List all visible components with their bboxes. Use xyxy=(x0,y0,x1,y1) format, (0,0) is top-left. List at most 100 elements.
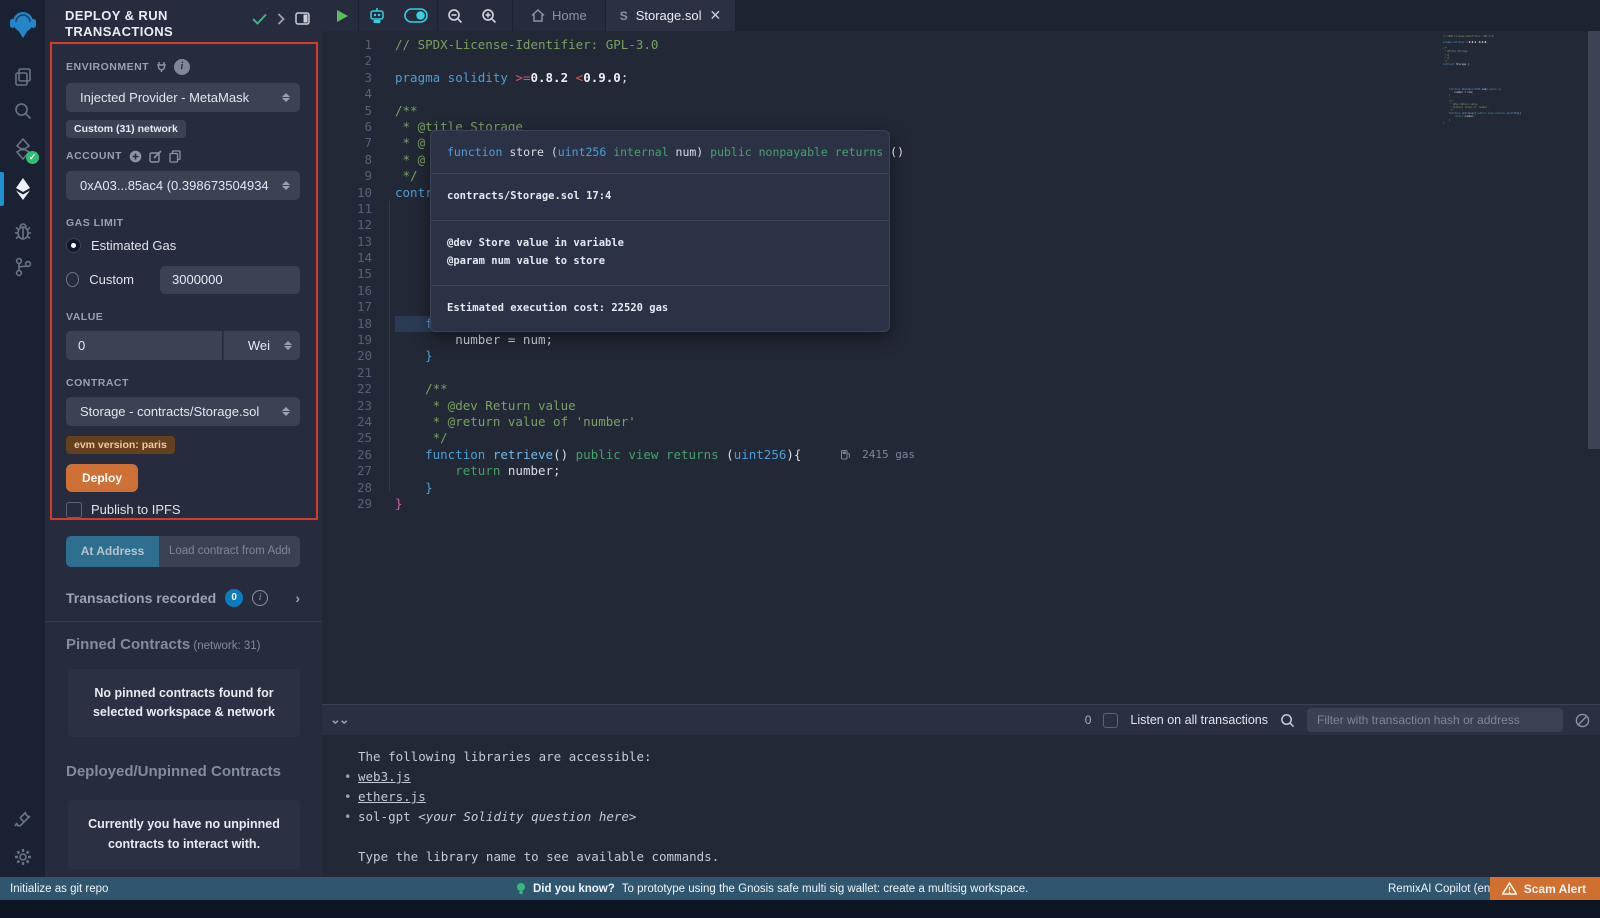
chevron-right-icon[interactable]: › xyxy=(295,590,300,606)
listen-all-label: Listen on all transactions xyxy=(1130,713,1268,727)
zoom-in-button[interactable] xyxy=(472,0,506,31)
search-icon[interactable] xyxy=(1280,713,1295,728)
custom-gas-label: Custom xyxy=(89,272,134,287)
pinned-contracts-empty: No pinned contracts found for selected w… xyxy=(68,669,300,738)
gas-estimate-note: 2415 gas xyxy=(841,447,915,463)
transactions-count-badge: 0 xyxy=(225,589,243,607)
contract-select[interactable]: Storage - contracts/Storage.sol xyxy=(66,397,300,426)
stepper-icon xyxy=(282,93,290,102)
terminal-output: The following libraries are accessible:•… xyxy=(322,735,1600,867)
git-init-button[interactable]: Initialize as git repo xyxy=(0,883,108,895)
panel-title: DEPLOY & RUN TRANSACTIONS xyxy=(65,8,225,41)
deployed-contracts-empty: Currently you have no unpinned contracts… xyxy=(68,800,300,869)
plug-small-icon xyxy=(156,61,167,73)
sidebar-item-search[interactable] xyxy=(0,92,45,130)
tooltip-signature: function store (uint256 internal num) pu… xyxy=(431,131,889,174)
value-label: VALUE xyxy=(66,311,300,323)
ai-copilot-button[interactable] xyxy=(359,0,395,31)
minimap[interactable]: // SPDX-License-Identifier: GPL-3.0 prag… xyxy=(1443,35,1533,125)
custom-gas-option[interactable]: Custom xyxy=(66,266,300,294)
deploy-run-icon xyxy=(13,177,33,201)
zoom-in-icon xyxy=(481,8,497,24)
sidebar-item-deploy-run[interactable] xyxy=(0,170,45,208)
editor-scrollbar[interactable] xyxy=(1588,31,1600,449)
stepper-icon xyxy=(284,341,292,350)
tab-bar-empty xyxy=(735,0,1600,31)
remix-logo-icon xyxy=(8,9,38,41)
bottom-strip xyxy=(0,900,1600,918)
code-editor[interactable]: 1// SPDX-License-Identifier: GPL-3.023pr… xyxy=(322,31,1600,704)
sidebar-item-debugger[interactable] xyxy=(0,212,45,250)
deploy-button[interactable]: Deploy xyxy=(66,464,138,492)
sidebar-item-settings[interactable] xyxy=(0,838,45,876)
listen-all-checkbox[interactable] xyxy=(1103,713,1118,728)
panel-header: DEPLOY & RUN TRANSACTIONS xyxy=(45,0,322,45)
publish-ipfs-option[interactable]: Publish to IPFS xyxy=(66,502,300,518)
sidebar-item-solidity-compiler[interactable]: ✓ xyxy=(0,130,45,168)
solidity-file-icon: S xyxy=(620,9,628,23)
check-icon xyxy=(252,13,267,25)
files-icon xyxy=(13,67,33,87)
custom-gas-radio[interactable] xyxy=(66,272,79,287)
account-select[interactable]: 0xA03...85ac4 (0.398673504934 xyxy=(66,171,300,200)
value-input[interactable] xyxy=(66,331,222,360)
copy-address-icon[interactable] xyxy=(169,150,181,163)
sign-message-icon[interactable] xyxy=(149,150,162,163)
pin-panel-icon[interactable] xyxy=(295,12,310,25)
transactions-recorded-row[interactable]: Transactions recorded 0 i › xyxy=(66,589,312,607)
remix-ide-window: ✓ xyxy=(0,0,1600,918)
environment-select[interactable]: Injected Provider - MetaMask xyxy=(66,83,300,112)
clear-terminal-icon[interactable] xyxy=(1575,713,1590,728)
run-script-button[interactable] xyxy=(322,0,358,31)
search-icon xyxy=(13,101,33,121)
at-address-input[interactable] xyxy=(159,536,300,567)
transactions-info-icon[interactable]: i xyxy=(252,590,268,606)
estimated-gas-radio[interactable] xyxy=(66,238,81,253)
lightbulb-icon xyxy=(516,882,526,896)
estimated-gas-option[interactable]: Estimated Gas xyxy=(66,238,300,253)
sidebar-item-git[interactable] xyxy=(0,248,45,286)
account-label: ACCOUNT xyxy=(66,150,300,163)
toggle-on-icon xyxy=(404,8,428,23)
pinned-contracts-title: Pinned Contracts (network: 31) xyxy=(66,636,301,653)
custom-gas-input[interactable] xyxy=(160,266,300,294)
tooltip-location: contracts/Storage.sol 17:4 xyxy=(431,174,889,221)
contract-label: CONTRACT xyxy=(66,377,300,389)
bug-icon xyxy=(13,221,33,241)
play-icon xyxy=(336,9,349,23)
chevron-right-icon[interactable] xyxy=(277,13,285,25)
warning-icon xyxy=(1502,882,1517,895)
compile-success-badge: ✓ xyxy=(26,151,39,164)
sidebar-item-plugin-manager[interactable] xyxy=(0,800,45,838)
close-tab-icon[interactable]: ✕ xyxy=(709,7,721,24)
deployed-contracts-title: Deployed/Unpinned Contracts xyxy=(66,763,301,780)
sidebar-item-file-explorer[interactable] xyxy=(0,58,45,96)
status-bar: Initialize as git repo Did you know? To … xyxy=(0,877,1600,900)
environment-info-icon[interactable]: i xyxy=(174,59,190,75)
scam-alert-button[interactable]: Scam Alert xyxy=(1490,877,1600,900)
tab-storage-sol[interactable]: S Storage.sol ✕ xyxy=(606,0,736,31)
terminal-filter-input[interactable] xyxy=(1307,708,1563,732)
terminal-bar: ⌄⌄ 0 Listen on all transactions xyxy=(322,704,1600,735)
publish-ipfs-checkbox[interactable] xyxy=(66,502,82,518)
tab-label: Storage.sol xyxy=(636,8,702,23)
publish-ipfs-label: Publish to IPFS xyxy=(91,502,181,517)
add-account-icon[interactable] xyxy=(129,150,142,163)
estimated-gas-label: Estimated Gas xyxy=(91,238,176,253)
collapse-terminal-icon[interactable]: ⌄⌄ xyxy=(330,713,348,727)
remix-logo[interactable] xyxy=(0,6,45,44)
main-area: Home S Storage.sol ✕ 1// SPDX-License-Id… xyxy=(322,0,1600,877)
evm-version-badge: evm version: paris xyxy=(66,436,175,454)
stepper-icon xyxy=(282,181,290,190)
home-label: Home xyxy=(552,8,587,23)
stepper-icon xyxy=(282,407,290,416)
terminal: ⌄⌄ 0 Listen on all transactions The foll… xyxy=(322,704,1600,877)
copilot-toggle[interactable] xyxy=(395,0,437,31)
tab-home[interactable]: Home xyxy=(513,0,605,31)
at-address-button[interactable]: At Address xyxy=(66,536,159,567)
zoom-out-button[interactable] xyxy=(438,0,472,31)
environment-label: ENVIRONMENT i xyxy=(66,59,300,75)
editor-toolbar: Home S Storage.sol ✕ xyxy=(322,0,1600,31)
value-unit-select[interactable]: Wei xyxy=(223,331,300,360)
hover-tooltip: function store (uint256 internal num) pu… xyxy=(430,130,890,332)
